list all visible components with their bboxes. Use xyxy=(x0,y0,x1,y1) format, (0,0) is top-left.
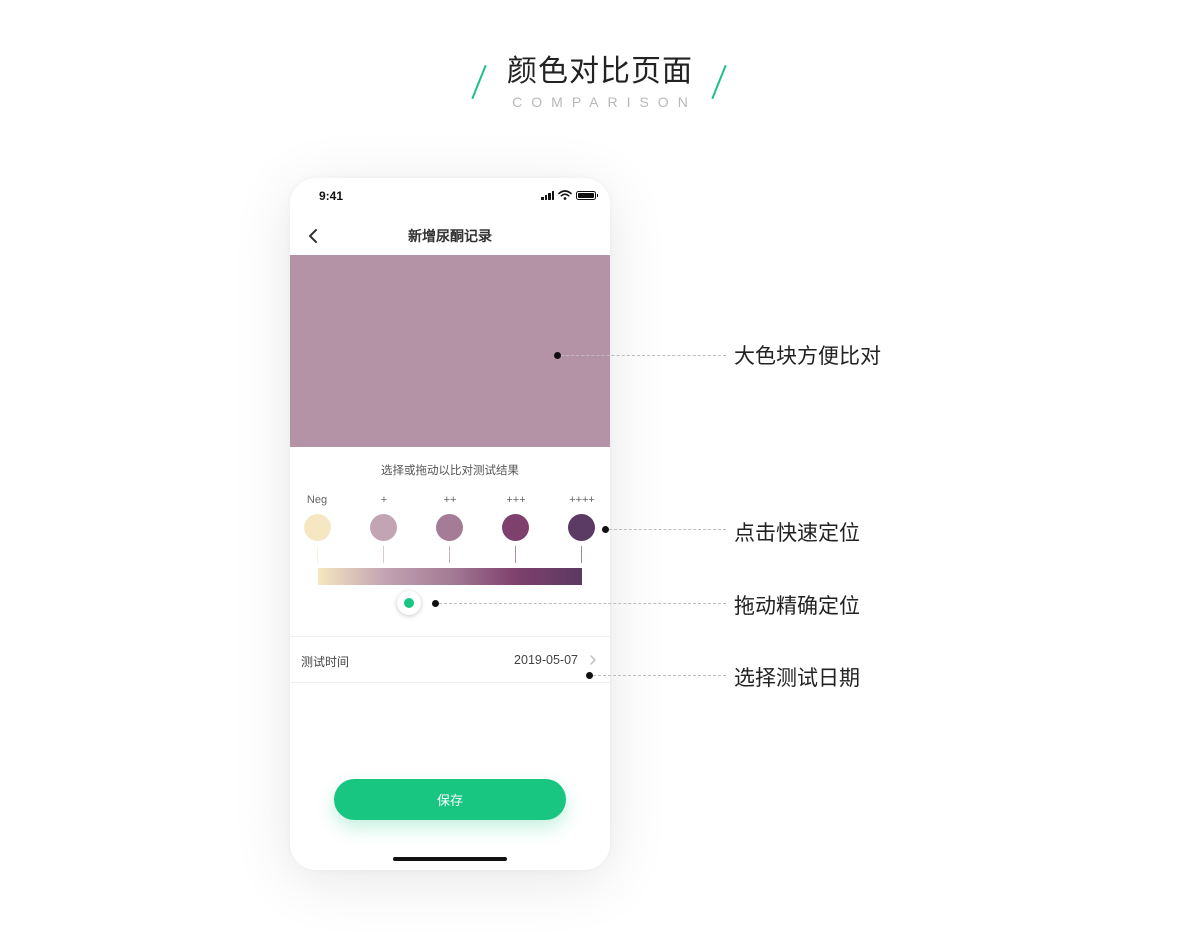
home-indicator xyxy=(393,857,507,861)
chevron-right-icon xyxy=(590,655,596,665)
annotation-line xyxy=(439,603,726,604)
annotation-swatch: 大色块方便比对 xyxy=(734,344,881,368)
level-label-plus4: ++++ xyxy=(569,494,595,506)
annotation-date: 选择测试日期 xyxy=(734,666,860,690)
compare-hint: 选择或拖动以比对测试结果 xyxy=(381,463,519,477)
battery-icon xyxy=(576,190,598,200)
page-title: 颜色对比页面 xyxy=(507,54,693,89)
annotation-dot xyxy=(602,526,609,533)
level-dot-plus3[interactable] xyxy=(502,514,529,541)
status-icons xyxy=(541,190,598,200)
level-dot-plus2[interactable] xyxy=(436,514,463,541)
status-bar: 9:41 xyxy=(290,178,610,214)
phone-mockup: 9:41 新增尿酮记录 选择或拖动以比对测试结果 Neg + ++ +++ ++… xyxy=(290,178,610,870)
save-button[interactable]: 保存 xyxy=(334,779,566,820)
annotation-dot xyxy=(432,600,439,607)
slider-thumb-dot xyxy=(404,598,414,608)
wifi-icon xyxy=(558,190,572,200)
annotation-line xyxy=(609,529,726,530)
status-time: 9:41 xyxy=(319,189,344,203)
level-tick-plus4 xyxy=(581,546,582,563)
level-tick-neg xyxy=(317,546,318,563)
annotation-line xyxy=(593,675,726,676)
selected-color-swatch xyxy=(290,255,610,447)
color-gradient-bar[interactable] xyxy=(318,568,582,585)
level-tick-plus3 xyxy=(515,546,516,563)
divider xyxy=(290,682,610,683)
level-dot-plus1[interactable] xyxy=(370,514,397,541)
level-dot-plus4[interactable] xyxy=(568,514,595,541)
test-date-value: 2019-05-07 xyxy=(514,653,578,667)
level-dot-neg[interactable] xyxy=(304,514,331,541)
level-label-plus1: + xyxy=(380,494,388,506)
level-tick-plus2 xyxy=(449,546,450,563)
level-label-plus3: +++ xyxy=(506,494,526,506)
level-label-neg: Neg xyxy=(306,494,328,506)
divider xyxy=(290,636,610,637)
annotation-quick-locate: 点击快速定位 xyxy=(734,521,860,545)
level-label-plus2: ++ xyxy=(443,494,457,506)
signal-icon xyxy=(541,190,554,200)
annotation-drag: 拖动精确定位 xyxy=(734,594,860,618)
annotation-dot xyxy=(586,672,593,679)
test-date-row[interactable]: 测试时间 2019-05-07 xyxy=(290,638,610,682)
annotation-line xyxy=(561,355,726,356)
level-tick-plus1 xyxy=(383,546,384,563)
annotation-dot xyxy=(554,352,561,359)
nav-title: 新增尿酮记录 xyxy=(408,229,492,245)
page-subtitle: COMPARISON xyxy=(512,94,697,110)
test-date-label: 测试时间 xyxy=(301,655,350,669)
slider-thumb[interactable] xyxy=(397,591,421,615)
nav-bar: 新增尿酮记录 xyxy=(290,218,610,254)
